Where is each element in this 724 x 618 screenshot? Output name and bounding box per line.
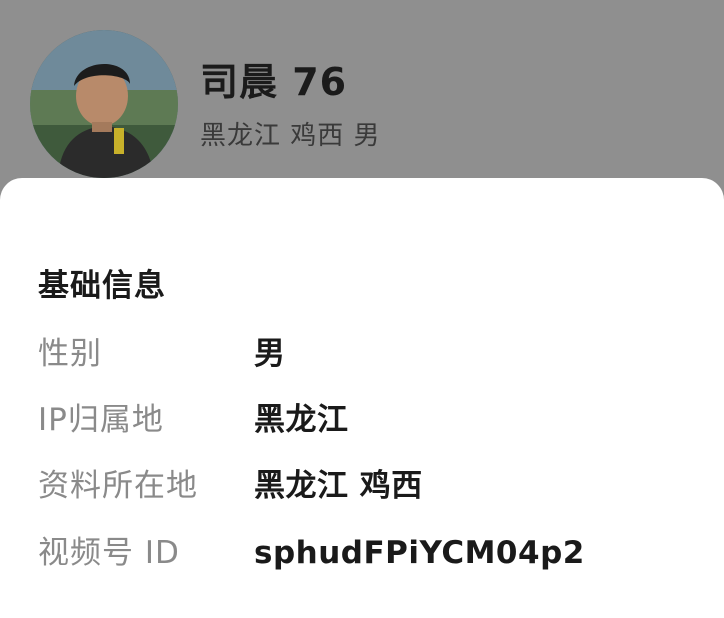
info-label: 性别: [38, 336, 102, 372]
section-title: 基础信息: [38, 268, 166, 304]
info-row-channels-id[interactable]: 视频号 ID sphudFPiYCM04p2: [38, 531, 698, 575]
info-row-ip-location: IP归属地 黑龙江: [38, 398, 698, 442]
info-value: 黑龙江: [254, 402, 349, 438]
info-value: 黑龙江 鸡西: [254, 468, 423, 504]
info-label: IP归属地: [38, 402, 164, 438]
info-row-gender: 性别 男: [38, 332, 698, 376]
info-value: 男: [254, 336, 286, 372]
info-label: 资料所在地: [38, 468, 198, 504]
basic-info-sheet: 基础信息 性别 男 IP归属地 黑龙江 资料所在地 黑龙江 鸡西 视频号 ID …: [0, 178, 724, 618]
profile-name: 司晨 76: [200, 60, 348, 104]
profile-header: 司晨 76 黑龙江 鸡西 男: [0, 0, 724, 200]
info-row-profile-location: 资料所在地 黑龙江 鸡西: [38, 464, 698, 508]
info-label: 视频号 ID: [38, 535, 180, 571]
avatar[interactable]: [30, 30, 178, 178]
channels-id-value[interactable]: sphudFPiYCM04p2: [254, 531, 585, 575]
avatar-photo: [30, 30, 178, 178]
profile-location-gender: 黑龙江 鸡西 男: [200, 121, 381, 151]
